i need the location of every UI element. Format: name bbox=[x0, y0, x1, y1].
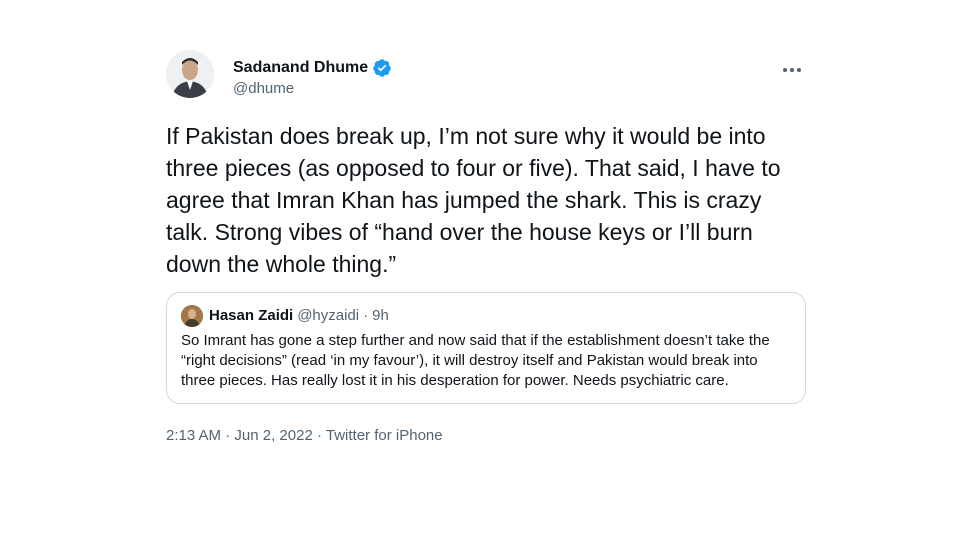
tweet-date[interactable]: Jun 2, 2022 bbox=[234, 427, 312, 444]
author-names: Sadanand Dhume @dhume bbox=[233, 58, 392, 99]
verified-badge-icon bbox=[372, 58, 392, 78]
author-display-name[interactable]: Sadanand Dhume bbox=[233, 58, 368, 78]
meta-separator: · bbox=[316, 427, 322, 444]
quoted-tweet[interactable]: Hasan Zaidi @hyzaidi · 9h So Imrant has … bbox=[166, 292, 806, 404]
avatar[interactable] bbox=[166, 50, 214, 98]
quoted-author-avatar bbox=[181, 305, 203, 327]
tweet-metadata: 2:13 AM · Jun 2, 2022 · Twitter for iPho… bbox=[166, 426, 806, 446]
meta-separator: · bbox=[225, 427, 231, 444]
quoted-author-handle: @hyzaidi bbox=[297, 307, 360, 324]
quoted-author-display-name: Hasan Zaidi bbox=[209, 307, 294, 324]
more-options-icon[interactable] bbox=[780, 58, 804, 82]
tweet-header: Sadanand Dhume @dhume bbox=[166, 50, 806, 110]
tweet-text: If Pakistan does break up, I’m not sure … bbox=[166, 123, 781, 277]
quoted-separator: · bbox=[363, 307, 369, 324]
author-handle[interactable]: @dhume bbox=[233, 79, 392, 99]
quoted-tweet-header: Hasan Zaidi @hyzaidi · 9h bbox=[181, 305, 791, 327]
quoted-tweet-text: So Imrant has gone a step further and no… bbox=[181, 332, 770, 389]
tweet-source[interactable]: Twitter for iPhone bbox=[326, 427, 443, 444]
quoted-timestamp: 9h bbox=[372, 307, 389, 324]
tweet-time[interactable]: 2:13 AM bbox=[166, 427, 221, 444]
tweet-card: Sadanand Dhume @dhume If Pakistan does b… bbox=[166, 50, 806, 446]
display-name-row: Sadanand Dhume bbox=[233, 58, 392, 78]
